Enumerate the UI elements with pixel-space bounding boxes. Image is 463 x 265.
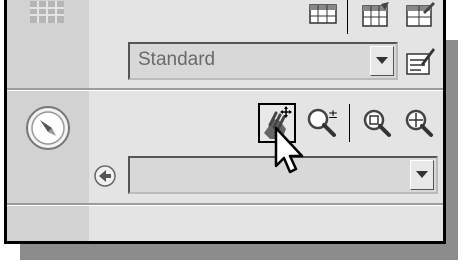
compass-icon[interactable] bbox=[24, 104, 72, 152]
table-icon[interactable] bbox=[307, 2, 339, 26]
back-arrow-icon[interactable] bbox=[91, 162, 119, 190]
mouse-cursor-icon bbox=[272, 126, 308, 178]
zoom-window-icon[interactable] bbox=[360, 106, 394, 140]
toolbar-divider bbox=[347, 0, 348, 34]
chevron-down-icon[interactable] bbox=[370, 46, 394, 76]
edit-pencil-icon[interactable] bbox=[403, 44, 437, 78]
grid-icon bbox=[29, 0, 65, 24]
layer-dropdown-value: Standard bbox=[138, 49, 216, 70]
ribbon-panel: Standard ± bbox=[4, 0, 446, 244]
zoom-extents-icon[interactable] bbox=[402, 106, 436, 140]
table-edit-icon[interactable] bbox=[359, 0, 393, 30]
svg-text:±: ± bbox=[328, 107, 338, 121]
table-edit-icon[interactable] bbox=[403, 0, 437, 30]
layer-dropdown[interactable]: Standard bbox=[128, 42, 398, 80]
toolbar-divider bbox=[349, 104, 350, 142]
zoom-realtime-icon[interactable]: ± bbox=[305, 106, 341, 140]
panel-separator bbox=[7, 88, 443, 91]
panel-separator-bottom bbox=[7, 203, 443, 206]
chevron-down-icon[interactable] bbox=[410, 160, 434, 190]
